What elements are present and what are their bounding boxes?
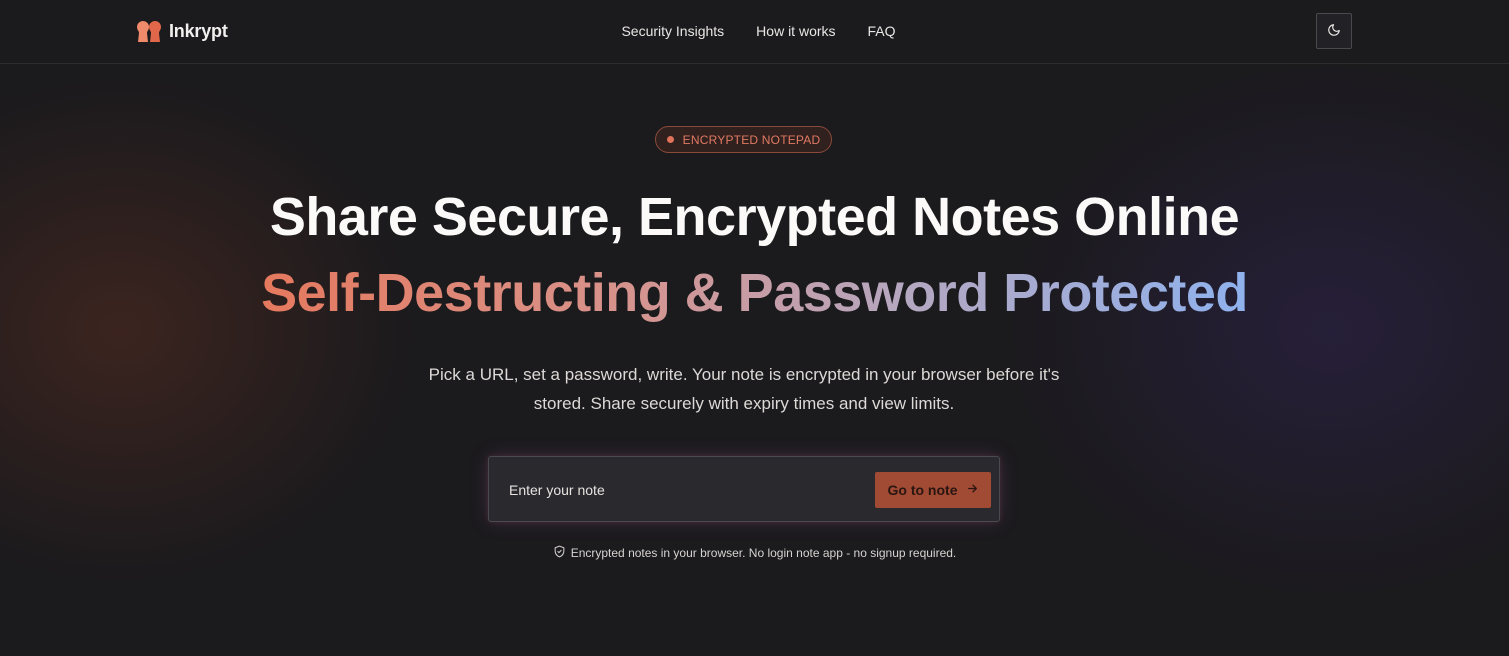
hero-description: Pick a URL, set a password, write. Your … xyxy=(428,365,1060,413)
nav-link-how-it-works[interactable]: How it works xyxy=(756,21,835,41)
main-nav: Security Insights How it works FAQ xyxy=(0,21,1509,41)
go-to-note-button[interactable]: Go to note xyxy=(875,472,991,508)
badge-label: ENCRYPTED NOTEPAD xyxy=(682,132,821,147)
shield-check-icon xyxy=(553,545,566,561)
nav-link-faq[interactable]: FAQ xyxy=(868,21,896,41)
go-to-note-label: Go to note xyxy=(887,482,958,498)
hero-subtitle-text: Self-Destructing & Password Protected xyxy=(261,263,1248,323)
hero-badge: ENCRYPTED NOTEPAD xyxy=(655,126,832,153)
privacy-footnote: Encrypted notes in your browser. No logi… xyxy=(0,545,1509,561)
arrow-right-icon xyxy=(966,482,979,498)
page: Inkrypt Security Insights How it works F… xyxy=(0,0,1509,656)
note-url-input[interactable] xyxy=(509,477,849,503)
note-form: Go to note xyxy=(488,456,1000,522)
dot-icon xyxy=(666,136,674,143)
hero-subtitle: Self-Destructing & Password Protected xyxy=(0,262,1509,324)
footnote-text: Encrypted notes in your browser. No logi… xyxy=(570,546,957,560)
moon-icon xyxy=(1327,23,1341,40)
top-navbar: Inkrypt Security Insights How it works F… xyxy=(0,0,1509,64)
hero-title: Share Secure, Encrypted Notes Online xyxy=(269,187,1240,247)
nav-link-security-insights[interactable]: Security Insights xyxy=(621,21,724,41)
theme-toggle-button[interactable] xyxy=(1316,13,1352,49)
